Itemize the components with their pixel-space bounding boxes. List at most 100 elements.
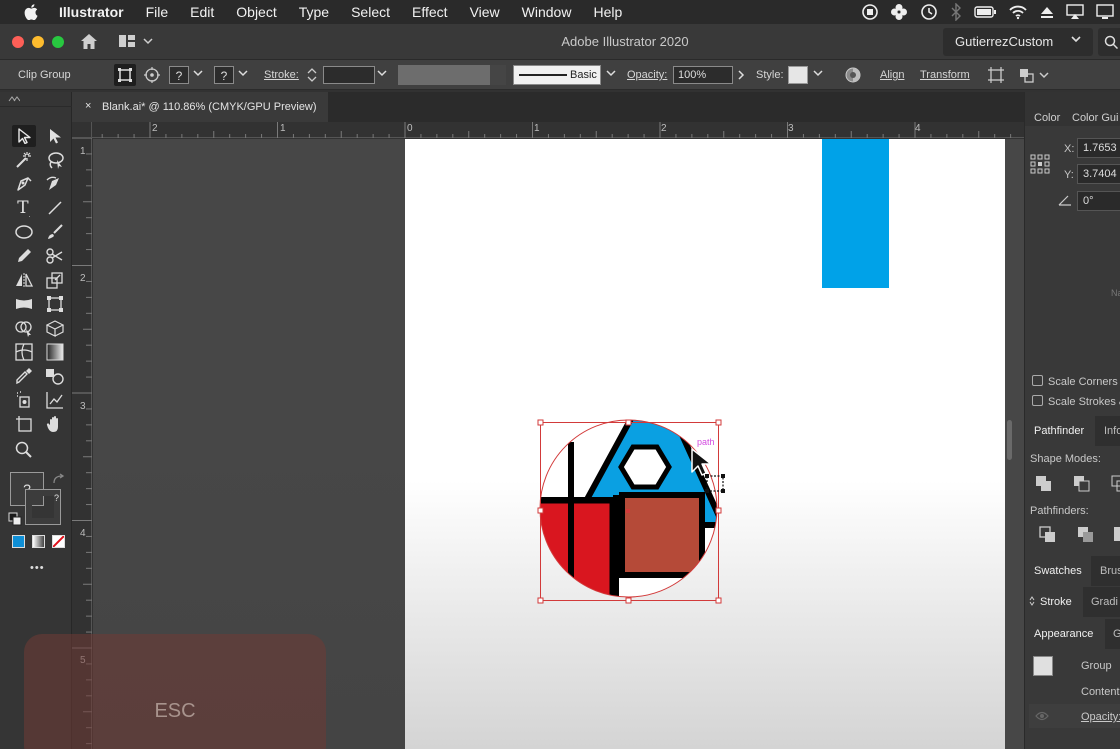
scale-tool-icon[interactable]: [43, 269, 67, 291]
horizontal-ruler[interactable]: 2 1 0 1 2 3 4: [72, 122, 1024, 138]
stroke-swatch[interactable]: ?: [214, 66, 234, 84]
brown-rectangle[interactable]: [619, 492, 705, 578]
display-icon[interactable]: [1096, 4, 1114, 20]
resize-handle[interactable]: [537, 419, 544, 426]
variable-width-profile-dropdown[interactable]: [490, 65, 506, 85]
scissors-tool-icon[interactable]: [43, 245, 67, 267]
width-tool-icon[interactable]: [12, 293, 36, 315]
appearance-contents-label[interactable]: Content: [1081, 686, 1120, 698]
ruler-origin[interactable]: [72, 122, 92, 138]
hand-tool-icon[interactable]: [43, 413, 67, 435]
menu-window[interactable]: Window: [511, 4, 583, 20]
paintbrush-tool-icon[interactable]: [43, 221, 67, 243]
stroke-weight-field[interactable]: [323, 66, 375, 84]
blue-rectangle[interactable]: [822, 139, 889, 288]
eyedropper-tool-icon[interactable]: [12, 365, 36, 387]
apple-menu-icon[interactable]: [0, 4, 48, 20]
menu-select[interactable]: Select: [340, 4, 401, 20]
symbol-sprayer-tool-icon[interactable]: [12, 389, 36, 411]
type-tool-icon[interactable]: T .: [12, 197, 36, 219]
tab-appearance[interactable]: Appearance: [1034, 628, 1093, 640]
brush-dropdown-icon[interactable]: [606, 69, 616, 77]
reference-point-icon[interactable]: [1030, 154, 1050, 174]
menu-app-name[interactable]: Illustrator: [48, 4, 135, 20]
stroke-color-box[interactable]: ?: [25, 489, 61, 525]
stroke-weight-dropdown-icon[interactable]: [377, 69, 387, 77]
shape-builder-tool-icon[interactable]: [12, 317, 36, 339]
variable-width-profile-field[interactable]: [398, 65, 490, 85]
stroke-panel-expand-icon[interactable]: [1029, 596, 1035, 606]
airplay-icon[interactable]: [1066, 4, 1084, 20]
zoom-tool-icon[interactable]: [12, 439, 36, 461]
divide-icon[interactable]: [1039, 526, 1057, 544]
graphic-style-dropdown-icon[interactable]: [813, 69, 823, 77]
brush-definition-field[interactable]: Basic: [513, 65, 601, 85]
stroke-swatch-dropdown-icon[interactable]: [238, 69, 248, 77]
magic-wand-tool-icon[interactable]: [12, 149, 36, 171]
black-bar[interactable]: [613, 495, 619, 607]
resize-handle[interactable]: [625, 597, 632, 604]
bluetooth-icon[interactable]: [950, 3, 962, 21]
lasso-tool-icon[interactable]: [43, 149, 67, 171]
gradient-tool-icon[interactable]: [43, 341, 67, 363]
merge-icon[interactable]: [1113, 526, 1120, 544]
y-field[interactable]: 3.7404: [1077, 164, 1120, 184]
tab-color[interactable]: Color: [1034, 112, 1060, 124]
menu-object[interactable]: Object: [225, 4, 287, 20]
transform-link[interactable]: Transform: [920, 69, 970, 81]
recolor-artwork-icon[interactable]: [844, 66, 862, 84]
isolate-group-icon[interactable]: [987, 66, 1005, 84]
perspective-grid-tool-icon[interactable]: [43, 317, 67, 339]
vertical-scrollbar[interactable]: [1007, 420, 1012, 460]
opacity-field[interactable]: 100%: [673, 66, 733, 84]
pinwheel-icon[interactable]: [890, 3, 908, 21]
edit-clipping-path-button[interactable]: [114, 64, 136, 86]
menu-view[interactable]: View: [459, 4, 511, 20]
edit-toolbar-button[interactable]: •••: [30, 562, 45, 574]
wifi-icon[interactable]: [1008, 4, 1028, 20]
resize-handle[interactable]: [715, 507, 722, 514]
menu-effect[interactable]: Effect: [401, 4, 459, 20]
time-machine-icon[interactable]: [920, 3, 938, 21]
tab-pathfinder[interactable]: Pathfinder: [1034, 425, 1084, 437]
swap-fill-stroke-icon[interactable]: [52, 473, 66, 485]
eject-icon[interactable]: [1040, 5, 1054, 19]
gradient-mode-button[interactable]: [32, 535, 45, 548]
unite-icon[interactable]: [1035, 475, 1053, 493]
artboard-tool-icon[interactable]: [12, 413, 36, 435]
mesh-tool-icon[interactable]: [12, 341, 36, 363]
selection-tool-icon[interactable]: [12, 125, 36, 147]
x-field[interactable]: 1.7653: [1077, 138, 1120, 158]
search-button[interactable]: [1098, 28, 1120, 56]
reflect-tool-icon[interactable]: [12, 269, 36, 291]
pencil-tool-icon[interactable]: [12, 245, 36, 267]
opacity-chevron-right-icon[interactable]: [737, 70, 745, 80]
resize-handle[interactable]: [625, 419, 632, 426]
pen-tool-icon[interactable]: [12, 173, 36, 195]
resize-handle[interactable]: [715, 419, 722, 426]
tab-color-guide[interactable]: Color Gui: [1072, 112, 1118, 124]
tab-info[interactable]: Info: [1104, 425, 1120, 437]
menu-help[interactable]: Help: [582, 4, 633, 20]
opacity-label[interactable]: Opacity:: [627, 69, 667, 81]
angle-field[interactable]: 0°: [1077, 191, 1120, 211]
menu-type[interactable]: Type: [288, 4, 340, 20]
ellipse-tool-icon[interactable]: [12, 221, 36, 243]
none-mode-button[interactable]: [52, 535, 65, 548]
align-link[interactable]: Align: [880, 69, 904, 81]
battery-icon[interactable]: [974, 5, 996, 19]
fill-swatch[interactable]: ?: [169, 66, 189, 84]
blend-tool-icon[interactable]: [43, 365, 67, 387]
minus-front-icon[interactable]: [1073, 475, 1091, 493]
collapse-panel-icon[interactable]: [8, 96, 20, 102]
tab-gradient[interactable]: Gradi: [1091, 596, 1118, 608]
resize-handle[interactable]: [715, 597, 722, 604]
tab-brushes[interactable]: Brus: [1100, 565, 1120, 577]
edit-contents-icon[interactable]: [143, 66, 161, 84]
trim-icon[interactable]: [1077, 526, 1095, 544]
stroke-weight-label[interactable]: Stroke:: [264, 69, 299, 81]
curvature-tool-icon[interactable]: [43, 173, 67, 195]
arrange-panel-icon[interactable]: [1018, 66, 1050, 84]
graphic-style-swatch[interactable]: [788, 66, 808, 84]
tab-stroke[interactable]: Stroke: [1040, 596, 1072, 608]
